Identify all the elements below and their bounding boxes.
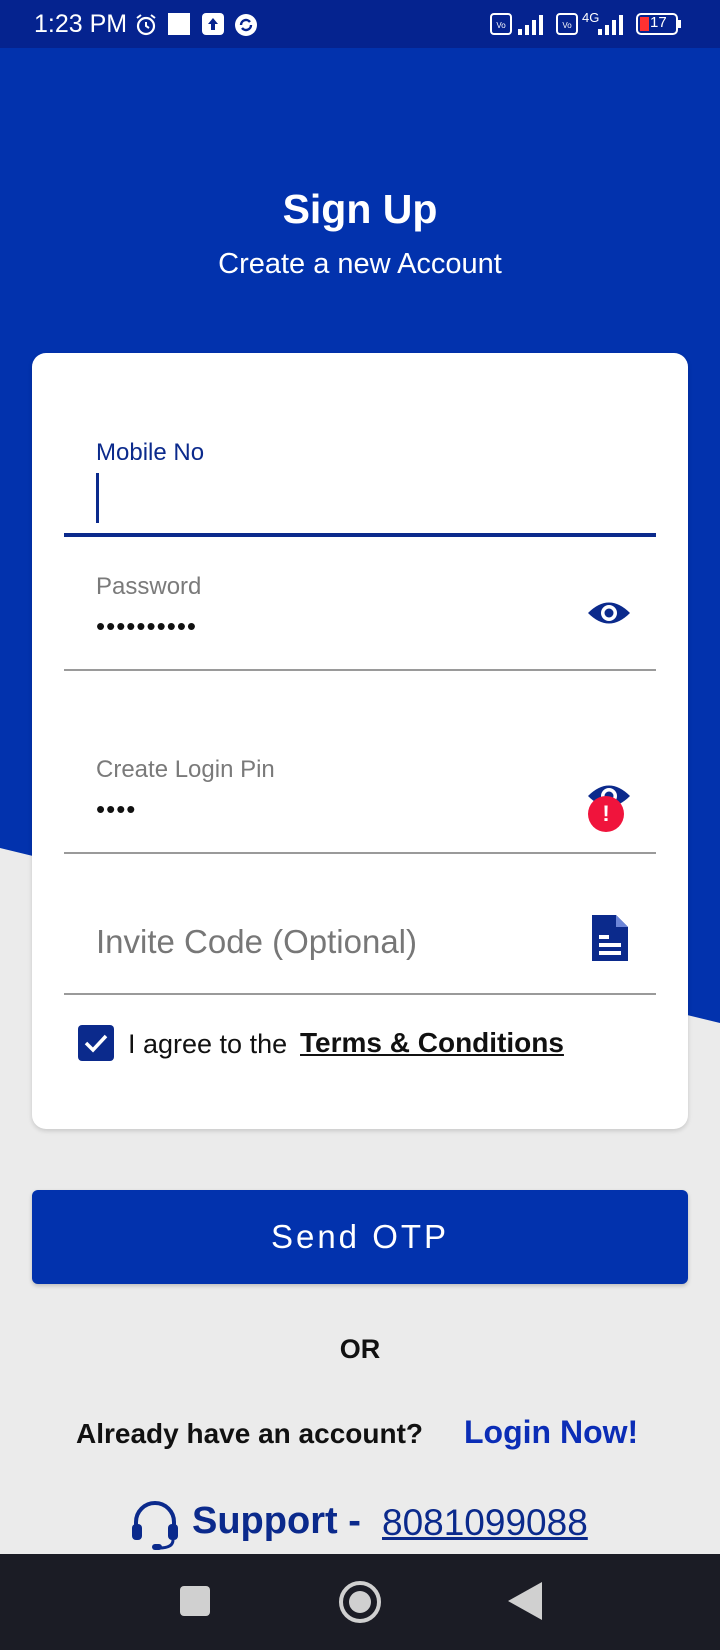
terms-checkbox[interactable] [78, 1025, 114, 1061]
mobile-underline [64, 533, 656, 537]
pin-label: Create Login Pin [96, 756, 275, 783]
headset-icon [128, 1496, 182, 1555]
invite-underline [64, 993, 656, 995]
login-now-link[interactable]: Login Now! [464, 1414, 638, 1451]
password-label: Password [96, 573, 202, 600]
invite-code-input[interactable]: Invite Code (Optional) [96, 923, 417, 961]
nav-square-icon[interactable] [180, 1586, 210, 1621]
signal-icon-2 [596, 13, 628, 40]
status-time: 1:23 PM [34, 10, 128, 38]
agree-text: I agree to the [128, 1029, 288, 1059]
battery-level: 17 [650, 14, 667, 31]
checkmark-icon [84, 1034, 108, 1053]
mobile-label: Mobile No [96, 439, 205, 466]
pin-underline [64, 852, 656, 854]
sync-icon [234, 13, 258, 42]
volte-icon: Vo [490, 13, 512, 40]
password-input[interactable]: •••••••••• [96, 611, 197, 642]
eye-icon[interactable] [586, 598, 632, 633]
volte-icon-2: Vo [556, 13, 578, 40]
login-pin-field[interactable]: Create Login Pin •••• ! [64, 756, 656, 856]
password-underline [64, 669, 656, 671]
invite-code-field[interactable]: Invite Code (Optional) [64, 903, 656, 1003]
text-cursor [96, 473, 99, 523]
notification-square-icon [168, 13, 190, 40]
svg-text:Vo: Vo [496, 21, 506, 30]
status-bar: 1:23 PM Vo Vo 4G 17 [0, 0, 720, 48]
battery-icon: 17 [636, 12, 682, 41]
signal-icon [516, 13, 548, 40]
send-otp-button[interactable]: Send OTP [32, 1190, 688, 1284]
pin-input[interactable]: •••• [96, 794, 136, 825]
support-phone-link[interactable]: 8081099088 [382, 1502, 588, 1544]
page-title: Sign Up [282, 186, 438, 232]
support-label: Support - [192, 1500, 361, 1542]
warning-icon: ! [588, 796, 624, 832]
page-subtitle: Create a new Account [218, 248, 502, 280]
or-divider: OR [339, 1334, 381, 1364]
document-icon[interactable] [590, 913, 630, 968]
signup-card: Mobile No Password •••••••••• Create Log… [32, 353, 688, 1129]
alarm-icon [134, 13, 158, 42]
navigation-bar [0, 1554, 720, 1650]
nav-circle-icon[interactable] [338, 1580, 382, 1629]
password-field[interactable]: Password •••••••••• [64, 573, 656, 673]
nav-back-icon[interactable] [508, 1582, 542, 1625]
svg-text:Vo: Vo [562, 21, 572, 30]
mobile-field[interactable]: Mobile No [64, 433, 656, 537]
terms-link[interactable]: Terms & Conditions [300, 1027, 564, 1059]
already-account-text: Already have an account? [76, 1418, 424, 1449]
upload-icon [202, 13, 224, 40]
